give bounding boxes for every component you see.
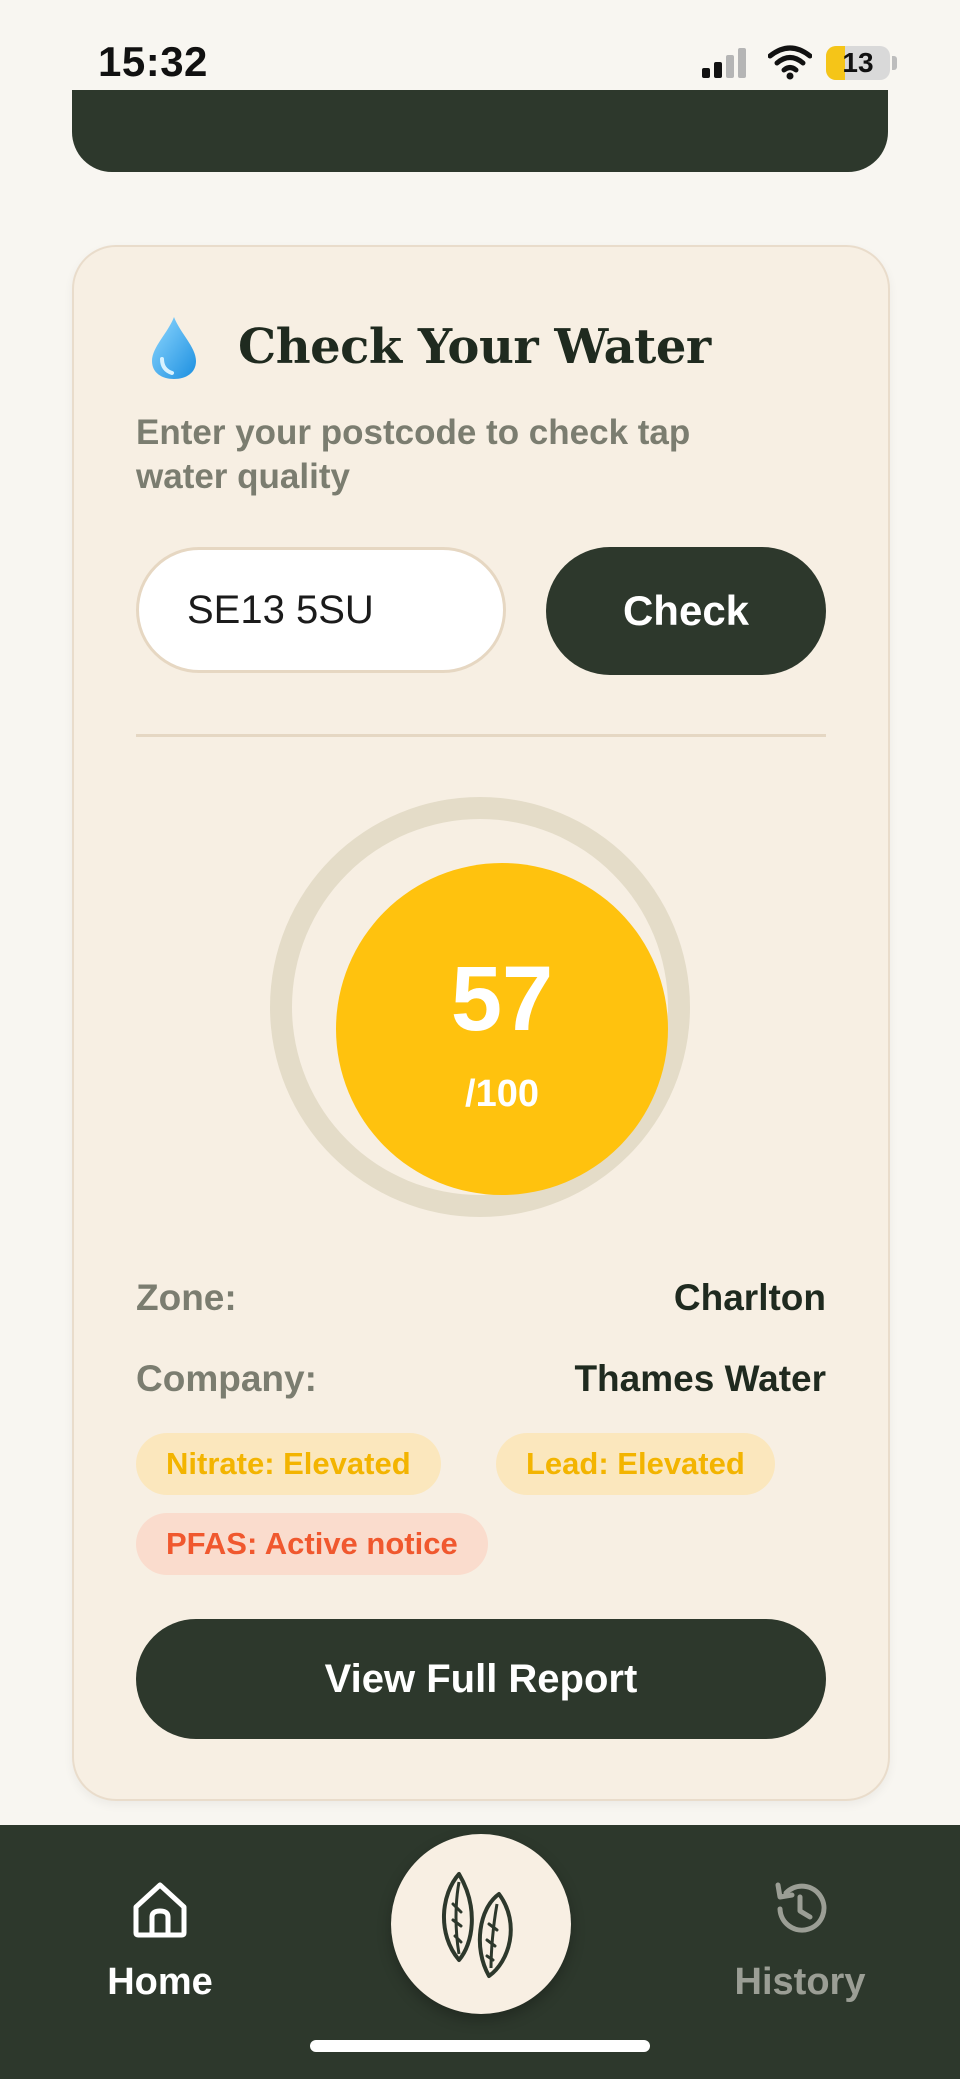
pfas-badge: PFAS: Active notice [136,1513,488,1575]
lead-badge: Lead: Elevated [496,1433,775,1495]
card-title: Check Your Water [238,319,711,375]
score-gauge: 57 /100 [270,797,690,1217]
battery-cap [892,56,897,70]
status-time: 15:32 [98,38,208,85]
nav-home[interactable]: Home [50,1825,270,2025]
divider [136,734,826,737]
check-button[interactable]: Check [546,547,826,675]
score-circle: 57 /100 [336,863,668,1195]
history-icon [775,1882,827,1933]
score-value: 57 [450,948,554,1050]
home-indicator [310,2040,650,2052]
wifi-icon [768,45,812,80]
center-action-button[interactable] [391,1834,571,2014]
previous-card [72,90,888,172]
water-drop-icon [152,317,196,379]
card-subtitle: Enter your postcode to check tap water q… [136,413,691,496]
score-max: /100 [465,1073,539,1115]
postcode-input[interactable] [136,547,506,673]
nitrate-badge: Nitrate: Elevated [136,1433,441,1495]
nav-home-label: Home [107,1961,213,2003]
zone-label: Zone: [136,1277,237,1318]
water-check-card: Check Your Water Enter your postcode to … [72,245,890,1801]
battery-level: 13 [842,47,874,78]
zone-value: Charlton [673,1277,826,1318]
home-icon [133,1882,187,1938]
nav-history[interactable]: History [690,1825,910,2025]
almond-icon [441,1872,513,1978]
view-full-report-button[interactable]: View Full Report [136,1619,826,1739]
signal-icon [702,48,750,78]
company-label: Company: [136,1358,317,1399]
battery-icon: 13 [826,46,890,80]
company-value: Thames Water [574,1358,826,1399]
nav-history-label: History [734,1961,866,2003]
